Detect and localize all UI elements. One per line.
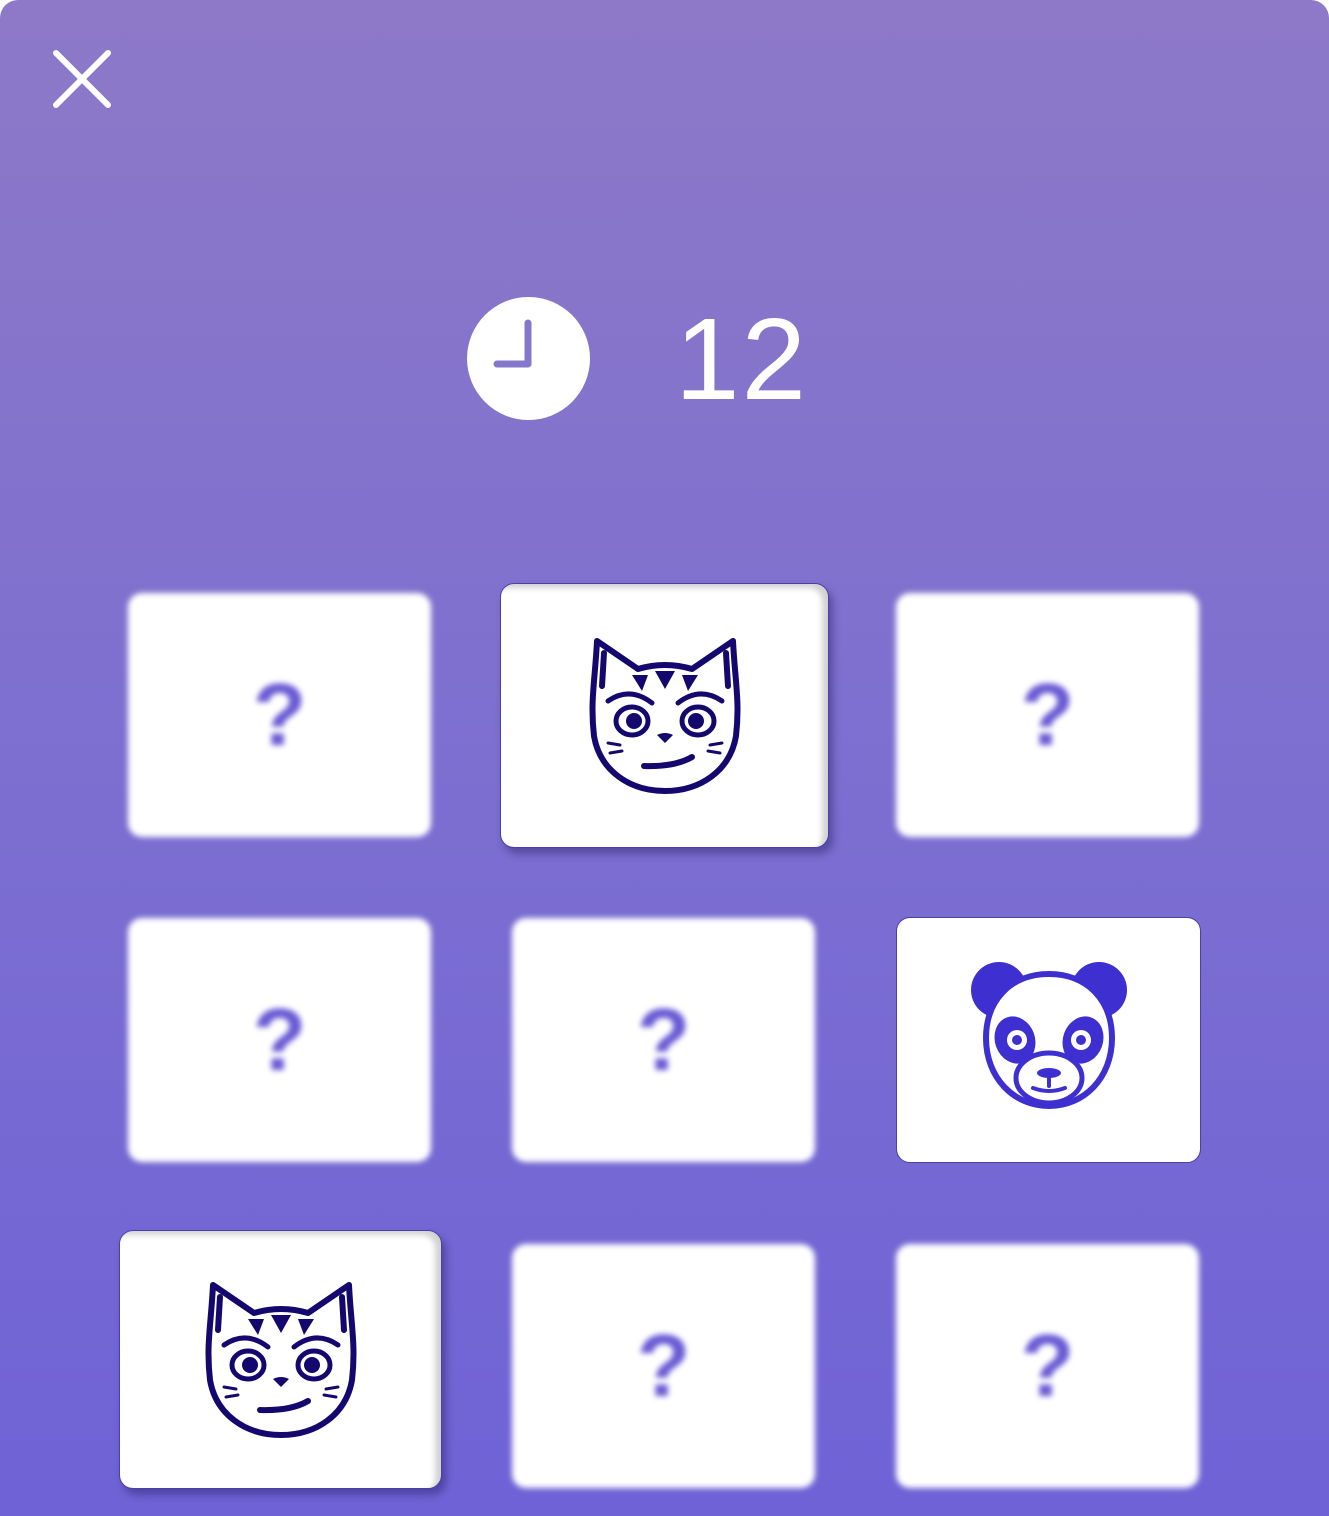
clock-icon <box>467 297 590 420</box>
card-4[interactable]: ? <box>128 918 431 1162</box>
question-mark: ? <box>1020 1316 1075 1415</box>
question-mark: ? <box>1020 665 1075 764</box>
panda-icon <box>969 960 1129 1120</box>
timer: 12 <box>467 297 808 420</box>
card-2[interactable] <box>500 583 829 848</box>
timer-value: 12 <box>675 293 809 424</box>
card-1[interactable]: ? <box>128 593 431 837</box>
question-mark: ? <box>636 1316 691 1415</box>
close-icon <box>53 50 111 108</box>
card-9[interactable]: ? <box>896 1244 1199 1488</box>
question-mark: ? <box>636 990 691 1089</box>
card-8[interactable]: ? <box>512 1244 815 1488</box>
cat-icon <box>196 1275 366 1445</box>
question-mark: ? <box>252 990 307 1089</box>
game-screen: 12 ? ? ? ? ? ? <box>0 0 1329 1516</box>
card-5[interactable]: ? <box>512 918 815 1162</box>
question-mark: ? <box>252 665 307 764</box>
cat-icon <box>580 631 750 801</box>
card-6[interactable] <box>896 917 1201 1163</box>
close-button[interactable] <box>50 47 114 111</box>
card-7[interactable] <box>119 1230 442 1489</box>
card-3[interactable]: ? <box>896 593 1199 837</box>
